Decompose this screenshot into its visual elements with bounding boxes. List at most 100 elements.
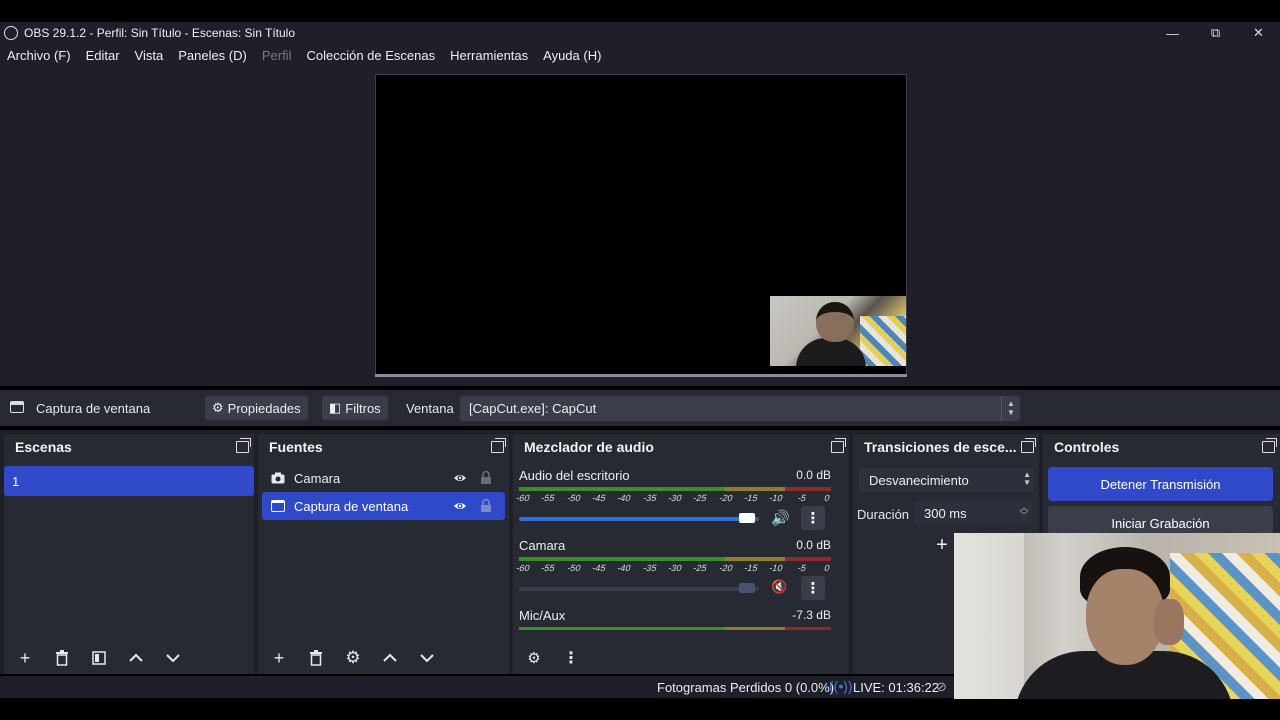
- menu-bar: Archivo (F) Editar Vista Paneles (D) Per…: [0, 44, 1280, 66]
- undock-icon[interactable]: [1021, 438, 1036, 453]
- remove-scene-button[interactable]: [49, 645, 75, 671]
- visibility-eye-icon[interactable]: [453, 499, 467, 513]
- stop-streaming-button[interactable]: Detener Transmisión: [1048, 467, 1273, 501]
- menu-ayuda[interactable]: Ayuda (H): [543, 48, 601, 63]
- duration-spinbox[interactable]: 300 ms ︿ ﹀: [914, 501, 1032, 525]
- scenes-title: Escenas: [15, 439, 72, 455]
- advanced-audio-button[interactable]: ⚙: [521, 645, 547, 671]
- close-button[interactable]: ✕: [1237, 22, 1280, 44]
- scale-label: -15: [743, 493, 759, 503]
- speaker-icon[interactable]: 🔊: [771, 509, 790, 527]
- scene-item[interactable]: 1: [4, 466, 254, 496]
- mixer-channel: Mic/Aux-7.3 dB-60-55-50-45-40-35-30-25-2…: [519, 608, 831, 630]
- menu-archivo[interactable]: Archivo (F): [7, 48, 71, 63]
- trash-icon: [56, 650, 68, 666]
- volume-fader[interactable]: [519, 517, 759, 521]
- scenes-list: 1: [4, 464, 254, 642]
- menu-vista[interactable]: Vista: [135, 48, 164, 63]
- scene-label: 1: [12, 473, 20, 489]
- scale-label: -20: [717, 493, 734, 503]
- window-controls: — ⧉ ✕: [1151, 22, 1280, 44]
- transition-value: Desvanecimiento: [869, 473, 969, 488]
- sources-dock: Fuentes Camara Captura de ventana + ⚙: [258, 434, 509, 674]
- move-scene-up-button[interactable]: [123, 645, 149, 671]
- volume-fader[interactable]: [519, 587, 759, 591]
- scale-label: -55: [540, 493, 557, 503]
- visibility-eye-icon[interactable]: [453, 471, 467, 485]
- scene-filters-button[interactable]: [86, 645, 112, 671]
- volume-meter: [519, 627, 831, 630]
- updown-arrows-icon: ▲ ▼: [1001, 396, 1020, 421]
- scale-label: 0: [823, 493, 831, 503]
- move-source-up-button[interactable]: [377, 645, 403, 671]
- add-scene-button[interactable]: +: [12, 645, 38, 671]
- window-select[interactable]: [CapCut.exe]: CapCut ▲ ▼: [460, 396, 1020, 421]
- undock-icon[interactable]: [1262, 438, 1277, 453]
- live-timer: LIVE: 01:36:22: [853, 680, 940, 695]
- filters-button[interactable]: ◧ Filtros: [322, 396, 388, 420]
- chevron-down-icon: [420, 654, 434, 663]
- mixer-header: Mezclador de audio: [513, 434, 849, 460]
- scale-label: -35: [641, 493, 658, 503]
- window-icon: [270, 499, 286, 513]
- remove-source-button[interactable]: [303, 645, 329, 671]
- controls-header: Controles: [1043, 434, 1280, 460]
- camera-source-preview[interactable]: [770, 296, 906, 366]
- source-item-camara[interactable]: Camara: [262, 464, 505, 492]
- undock-icon[interactable]: [236, 438, 251, 453]
- spinner-arrows-icon: ︿ ﹀: [1020, 503, 1028, 520]
- properties-label: Propiedades: [227, 400, 301, 416]
- minimize-button[interactable]: —: [1151, 22, 1194, 44]
- channel-menu-button[interactable]: ⋮: [801, 576, 825, 600]
- scale-label: -50: [565, 493, 582, 503]
- controls-title: Controles: [1054, 439, 1120, 455]
- scale-label: -45: [591, 493, 607, 503]
- scenes-dock: Escenas 1 +: [4, 434, 254, 674]
- menu-paneles[interactable]: Paneles (D): [178, 48, 247, 63]
- sources-title: Fuentes: [269, 439, 323, 455]
- menu-editar[interactable]: Editar: [86, 48, 120, 63]
- channel-menu-button[interactable]: ⋮: [801, 506, 825, 530]
- properties-button[interactable]: ⚙ Propiedades: [205, 396, 308, 420]
- top-black-bar: [0, 0, 1280, 22]
- scale-label: -10: [768, 563, 785, 573]
- scale-label: -50: [565, 563, 582, 573]
- gear-icon: ⚙: [212, 400, 224, 415]
- add-source-button[interactable]: +: [266, 645, 292, 671]
- scale-label: -10: [768, 493, 785, 503]
- source-label: Camara: [294, 470, 341, 486]
- lock-icon[interactable]: [480, 470, 492, 485]
- speaker-muted-icon[interactable]: 🔇: [771, 579, 787, 595]
- fader-handle[interactable]: [739, 583, 755, 593]
- webcam-overlay-image: [954, 533, 1280, 699]
- move-source-down-button[interactable]: [414, 645, 440, 671]
- lock-icon[interactable]: [480, 498, 492, 513]
- filter-icon: ◧: [329, 400, 342, 415]
- source-item-captura-ventana[interactable]: Captura de ventana: [262, 492, 505, 520]
- undock-icon[interactable]: [831, 438, 846, 453]
- audio-mixer-dock: Mezclador de audio Audio del escritorio 0…: [513, 434, 849, 674]
- add-transition-button[interactable]: +: [930, 533, 954, 557]
- person-body: [796, 338, 866, 366]
- scale-label: -40: [616, 563, 633, 573]
- filter-icon: [92, 651, 106, 665]
- window-title: OBS 29.1.2 - Perfil: Sin Título - Escena…: [24, 26, 296, 40]
- menu-coleccion-escenas[interactable]: Colección de Escenas: [306, 48, 435, 63]
- source-properties-button[interactable]: ⚙: [340, 645, 366, 671]
- maximize-button[interactable]: ⧉: [1194, 22, 1237, 44]
- move-scene-down-button[interactable]: [160, 645, 186, 671]
- transition-select[interactable]: Desvanecimiento ▲ ▼: [859, 468, 1035, 492]
- menu-herramientas[interactable]: Herramientas: [450, 48, 528, 63]
- transitions-header: Transiciones de esce...: [853, 434, 1039, 460]
- mixer-menu-button[interactable]: ⋮: [558, 645, 584, 671]
- channel-db: -7.3 dB: [792, 608, 831, 622]
- sources-header: Fuentes: [258, 434, 509, 460]
- undock-icon[interactable]: [491, 438, 506, 453]
- mixer-channel: Camara 0.0 dB -60 -55 -50 -45 -40 -35 -30 -25 -20-…: [515, 538, 831, 600]
- person-head: [816, 302, 854, 342]
- duration-label: Duración: [857, 507, 910, 522]
- scale-label: -20: [717, 563, 734, 573]
- scale-label: -5: [796, 563, 808, 573]
- channel-name: Mic/Aux: [519, 608, 566, 623]
- fader-handle[interactable]: [739, 513, 755, 523]
